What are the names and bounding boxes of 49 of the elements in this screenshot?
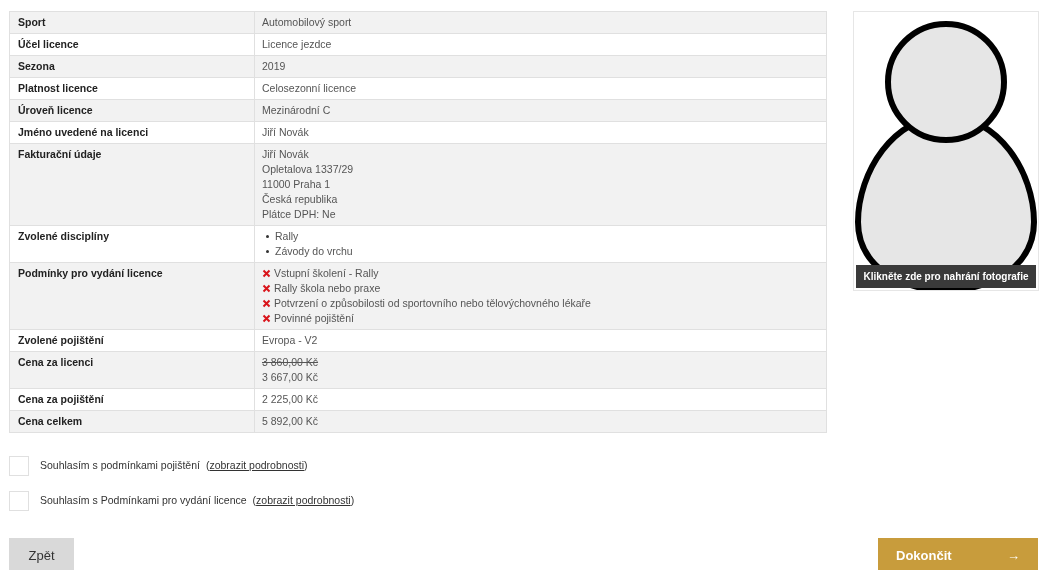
cell-value: Licence jezdce bbox=[262, 38, 332, 50]
old-price: 3 860,00 Kč bbox=[262, 355, 319, 370]
cell-value: Automobilový sport bbox=[262, 16, 352, 28]
address-line: 11000 Praha 1 bbox=[262, 177, 332, 192]
paren: ) bbox=[304, 458, 308, 474]
row-label: Podmínky pro vydání licence bbox=[10, 263, 255, 329]
row-label: Platnost licence bbox=[10, 78, 255, 99]
address-line: Jiří Novák bbox=[262, 147, 310, 162]
agreement-label: Souhlasím s podmínkami pojištění bbox=[40, 458, 200, 474]
cell-value: 2019 bbox=[262, 60, 286, 72]
details-link[interactable]: zobrazit podrobnosti bbox=[256, 493, 351, 509]
row-label: Cena za pojištění bbox=[10, 389, 255, 410]
condition-text: Vstupní školení - Rally bbox=[274, 266, 379, 281]
back-button[interactable]: Zpět bbox=[9, 538, 74, 570]
row-label: Sport bbox=[10, 12, 255, 33]
bullet-icon bbox=[266, 235, 269, 238]
cell-value: 2 225,00 Kč bbox=[262, 393, 319, 405]
bullet-icon bbox=[266, 250, 269, 253]
cell-value: Jiří Novák bbox=[262, 126, 309, 138]
cell-value: 5 892,00 Kč bbox=[262, 415, 319, 427]
cell-value: Mezinárodní C bbox=[262, 104, 331, 116]
new-price: 3 667,00 Kč bbox=[262, 370, 320, 385]
address-line: Česká republika bbox=[262, 192, 339, 207]
row-label: Účel licence bbox=[10, 34, 255, 55]
paren: ( bbox=[252, 493, 257, 509]
row-label: Cena za licenci bbox=[10, 352, 255, 388]
row-label: Cena celkem bbox=[10, 411, 255, 432]
condition-text: Potvrzení o způsobilosti od sportovního nebo tělovýchovného lékaře bbox=[274, 296, 591, 311]
checkbox[interactable] bbox=[9, 456, 29, 476]
details-link[interactable]: zobrazit podrobnosti bbox=[209, 458, 304, 474]
discipline: Závody do vrchu bbox=[275, 244, 353, 259]
checkbox[interactable] bbox=[9, 491, 29, 511]
condition-text: Povinné pojištění bbox=[274, 311, 354, 326]
discipline: Rally bbox=[275, 229, 299, 244]
row-label: Zvolené pojištění bbox=[10, 330, 255, 351]
row-label: Úroveň licence bbox=[10, 100, 255, 121]
address-line: Plátce DPH: Ne bbox=[262, 207, 337, 222]
agreement-label: Souhlasím s Podmínkami pro vydání licence bbox=[40, 493, 247, 509]
upload-photo-button[interactable]: Klikněte zde pro nahrání fotografie bbox=[856, 265, 1036, 288]
address-line: Opletalova 1337/29 bbox=[262, 162, 355, 177]
cell-value: Evropa - V2 bbox=[262, 334, 318, 346]
cell-value: Celosezonní licence bbox=[262, 82, 356, 94]
paren: ) bbox=[350, 493, 355, 509]
condition-text: Rally škola nebo praxe bbox=[274, 281, 381, 296]
row-label: Zvolené disciplíny bbox=[10, 226, 255, 262]
paren: ( bbox=[205, 458, 210, 474]
row-label: Fakturační údaje bbox=[10, 144, 255, 225]
row-label: Jméno uvedené na licenci bbox=[10, 122, 255, 143]
row-label: Sezona bbox=[10, 56, 255, 77]
